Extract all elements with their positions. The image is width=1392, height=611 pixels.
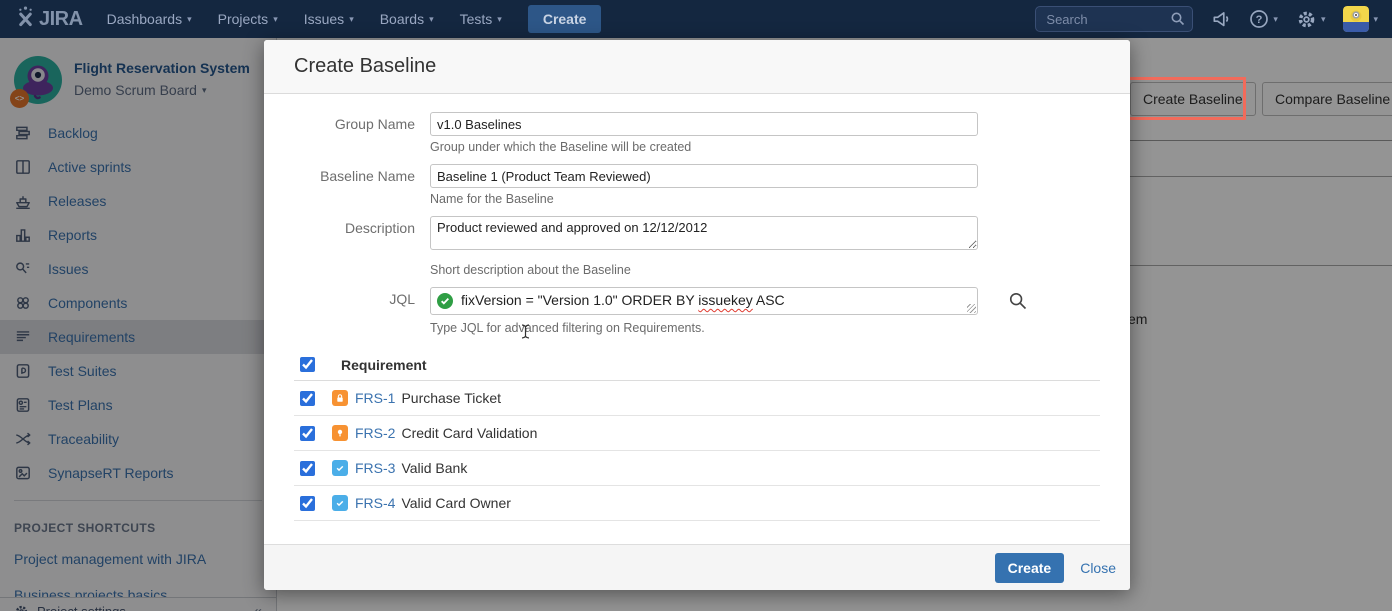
baseline-name-label: Baseline Name <box>294 164 415 206</box>
issue-title: Valid Bank <box>401 460 467 476</box>
nav-create-button[interactable]: Create <box>528 5 602 33</box>
jql-help: Type JQL for advanced filtering on Requi… <box>430 321 978 335</box>
row-checkbox[interactable] <box>300 496 315 511</box>
chevron-down-icon: ▾ <box>497 14 502 25</box>
svg-text:?: ? <box>1256 14 1263 26</box>
requirement-row: FRS-1 Purchase Ticket <box>294 381 1100 416</box>
issue-key-link[interactable]: FRS-3 <box>355 460 395 476</box>
row-checkbox[interactable] <box>300 391 315 406</box>
jira-logo[interactable]: JIRA <box>16 6 83 32</box>
gear-icon <box>1296 9 1317 30</box>
user-menu[interactable]: ▾ <box>1343 6 1378 32</box>
jira-logo-icon <box>16 6 35 32</box>
jql-input[interactable]: fixVersion = "Version 1.0" ORDER BY issu… <box>430 287 978 315</box>
user-avatar <box>1343 6 1369 32</box>
create-baseline-dialog: Create Baseline Group Name Group under w… <box>264 40 1130 590</box>
jql-label: JQL <box>294 287 415 335</box>
requirement-row: FRS-4 Valid Card Owner <box>294 486 1100 521</box>
requirement-row: FRS-2 Credit Card Validation <box>294 416 1100 451</box>
group-name-help: Group under which the Baseline will be c… <box>430 140 978 154</box>
issue-title: Purchase Ticket <box>401 390 501 406</box>
chevron-down-icon: ▾ <box>349 14 354 25</box>
create-button[interactable]: Create <box>995 553 1065 583</box>
issue-key-link[interactable]: FRS-4 <box>355 495 395 511</box>
chevron-down-icon: ▾ <box>187 14 192 25</box>
description-help: Short description about the Baseline <box>430 263 978 277</box>
chevron-down-icon: ▾ <box>429 14 434 25</box>
description-label: Description <box>294 216 415 277</box>
admin-gear-menu[interactable]: ▾ <box>1296 9 1326 30</box>
issue-title: Valid Card Owner <box>401 495 510 511</box>
issue-title: Credit Card Validation <box>401 425 537 441</box>
close-link[interactable]: Close <box>1080 560 1116 576</box>
issue-key-link[interactable]: FRS-2 <box>355 425 395 441</box>
top-navbar: JIRA Dashboards▾ Projects▾ Issues▾ Board… <box>0 0 1392 38</box>
chevron-down-icon: ▾ <box>1273 14 1278 25</box>
requirement-bulb-icon <box>332 425 348 441</box>
subtask-check-icon <box>332 460 348 476</box>
row-checkbox[interactable] <box>300 426 315 441</box>
jql-search-icon[interactable] <box>1008 291 1028 316</box>
nav-dashboards[interactable]: Dashboards▾ <box>107 11 192 27</box>
question-icon: ? <box>1249 9 1269 29</box>
chevron-down-icon: ▾ <box>1373 14 1378 25</box>
select-all-checkbox[interactable] <box>300 357 315 372</box>
help-menu[interactable]: ? ▾ <box>1249 9 1278 29</box>
baseline-name-input[interactable] <box>430 164 978 188</box>
chevron-down-icon: ▾ <box>273 14 278 25</box>
nav-tests[interactable]: Tests▾ <box>460 11 502 27</box>
group-name-input[interactable] <box>430 112 978 136</box>
row-checkbox[interactable] <box>300 461 315 476</box>
chevron-down-icon: ▾ <box>1321 14 1326 25</box>
requirement-column-header: Requirement <box>341 357 427 373</box>
issue-key-link[interactable]: FRS-1 <box>355 390 395 406</box>
announcements-megaphone-icon[interactable] <box>1211 9 1231 29</box>
search-icon <box>1170 11 1186 32</box>
requirement-lock-icon <box>332 390 348 406</box>
description-textarea[interactable]: Product reviewed and approved on 12/12/2… <box>430 216 978 250</box>
baseline-name-help: Name for the Baseline <box>430 192 978 206</box>
jira-logo-text: JIRA <box>39 8 83 31</box>
nav-issues[interactable]: Issues▾ <box>304 11 354 27</box>
group-name-label: Group Name <box>294 112 415 154</box>
nav-projects[interactable]: Projects▾ <box>218 11 278 27</box>
subtask-check-icon <box>332 495 348 511</box>
dialog-title: Create Baseline <box>294 55 1100 78</box>
requirement-row: FRS-3 Valid Bank <box>294 451 1100 486</box>
nav-boards[interactable]: Boards▾ <box>380 11 434 27</box>
